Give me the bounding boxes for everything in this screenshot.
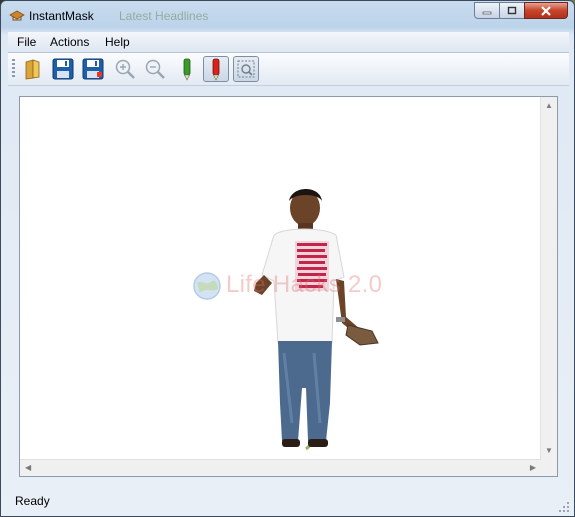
globe-icon [193,272,221,300]
scroll-corner [541,460,557,476]
close-button[interactable] [524,2,568,19]
minimize-button[interactable] [474,2,500,19]
zoom-out-icon [145,59,165,79]
vertical-scrollbar[interactable]: ▲ ▼ [540,97,557,460]
toolbar-grip[interactable] [12,59,15,79]
green-marker-icon [183,58,191,81]
select-region-button[interactable] [233,56,259,82]
menu-actions[interactable]: Actions [50,35,89,49]
scroll-right-icon[interactable]: ▶ [530,464,536,472]
save-button[interactable] [50,56,76,82]
watermark: Life Hacks 2.0 [192,271,402,303]
title-bar[interactable]: InstantMask Latest Headlines [1,1,574,29]
open-folder-icon [25,59,40,80]
save-icon [52,58,74,80]
masked-person-image [254,189,379,451]
save-as-button[interactable] [80,56,106,82]
toolbar [8,53,569,86]
menu-help[interactable]: Help [105,35,130,49]
green-marker-button[interactable] [174,56,200,82]
status-text: Ready [15,494,50,508]
horizontal-scrollbar[interactable]: ◀ ▶ [20,459,541,476]
menu-file[interactable]: File [17,35,36,49]
red-marker-icon [212,58,220,81]
zoom-in-button[interactable] [112,56,138,82]
zoom-in-icon [115,59,135,79]
select-region-icon [237,60,255,78]
image-canvas[interactable]: Life Hacks 2.0 ▲ ▼ ◀ ▶ [19,96,558,477]
resize-grip-icon[interactable] [559,502,569,512]
background-window-text: Latest Headlines [119,9,209,23]
maximize-button[interactable] [499,2,525,19]
maximize-icon [507,6,517,15]
scroll-down-icon[interactable]: ▼ [545,447,553,455]
status-bar: Ready [2,488,573,516]
close-icon [541,5,551,16]
scroll-up-icon[interactable]: ▲ [545,102,553,110]
zoom-out-button[interactable] [142,56,168,82]
scroll-left-icon[interactable]: ◀ [25,464,31,472]
watermark-text: Life Hacks 2.0 [226,271,383,298]
save-as-icon [82,58,104,80]
app-icon [9,10,25,21]
red-marker-button[interactable] [203,56,229,82]
minimize-icon [482,11,492,14]
window-title: InstantMask [29,9,94,23]
app-window: InstantMask Latest Headlines File Action… [0,0,575,517]
open-button[interactable] [20,56,46,82]
menu-bar: File Actions Help [8,32,569,53]
